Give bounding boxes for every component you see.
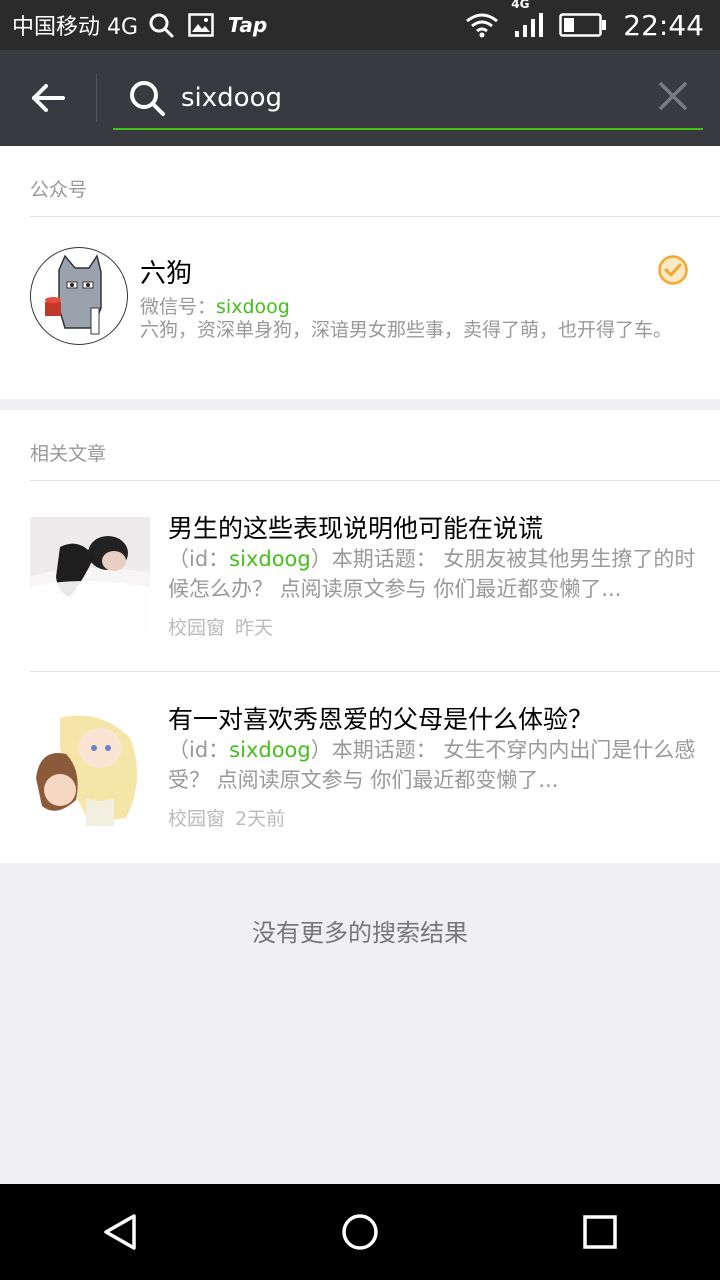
battery-icon — [559, 13, 607, 37]
article-title: 男生的这些表现说明他可能在说谎 — [168, 514, 544, 543]
search-icon — [127, 78, 167, 118]
desc-prefix: （id： — [168, 738, 230, 762]
related-articles-section: 相关文章 男生的这些表现说明他可能在说谎 （id：sixdoog）本期话题： 女… — [0, 410, 720, 863]
status-bar: 中国移动 4G Tap 4G 22:44 — [0, 0, 720, 50]
account-id: 微信号：sixdoog — [140, 292, 290, 319]
header-divider — [96, 74, 97, 122]
carrier-label: 中国移动 4G — [12, 15, 139, 40]
section-title: 公众号 — [30, 179, 88, 201]
verified-badge-icon — [657, 254, 689, 290]
article-meta: 校园窗 2天前 — [168, 804, 285, 831]
clock: 22:44 — [623, 8, 704, 42]
search-box[interactable] — [113, 50, 703, 146]
square-recents-icon — [583, 1215, 617, 1249]
tap-app-icon: Tap — [228, 13, 268, 37]
article-item[interactable]: 有一对喜欢秀恩爱的父母是什么体验？ （id：sixdoog）本期话题： 女生不穿… — [0, 672, 720, 862]
image-icon — [188, 13, 214, 37]
article-title: 有一对喜欢秀恩爱的父母是什么体验？ — [168, 705, 594, 734]
account-result[interactable]: 六狗 微信号：sixdoog 六狗，资深单身狗，深谙男女那些事，卖得了萌，也开得… — [0, 217, 720, 399]
no-more-results: 没有更多的搜索结果 — [252, 919, 468, 947]
section-title: 相关文章 — [30, 443, 107, 465]
cell-signal-icon: 4G — [511, 0, 545, 39]
nav-home-button[interactable] — [300, 1184, 420, 1280]
circle-home-icon — [342, 1214, 378, 1250]
account-description: 六狗，资深单身狗，深谙男女那些事，卖得了萌，也开得了车。 — [140, 319, 673, 341]
network-type-badge: 4G — [511, 0, 530, 11]
wifi-icon — [465, 12, 499, 38]
desc-prefix: （id： — [168, 547, 230, 571]
account-id-value: sixdoog — [216, 296, 290, 318]
article-thumbnail — [30, 517, 150, 637]
avatar — [30, 247, 128, 345]
article-item[interactable]: 男生的这些表现说明他可能在说谎 （id：sixdoog）本期话题： 女朋友被其他… — [0, 481, 720, 671]
back-arrow-icon — [32, 84, 65, 112]
article-thumbnail — [30, 708, 150, 828]
search-icon — [148, 12, 174, 38]
article-description: （id：sixdoog）本期话题： 女生不穿内内出门是什么感受？ 点阅读原文参与… — [168, 735, 698, 795]
desc-id: sixdoog — [229, 738, 311, 762]
article-source: 校园窗 — [168, 808, 226, 830]
official-accounts-section: 公众号 六狗 微信号：sixdoog 六狗，资深单身狗，深谙男女那些事，卖得了萌… — [0, 146, 720, 399]
nav-recents-button[interactable] — [540, 1184, 660, 1280]
article-description: （id：sixdoog）本期话题： 女朋友被其他男生撩了的时候怎么办？ 点阅读原… — [168, 544, 698, 604]
desc-id: sixdoog — [229, 547, 311, 571]
search-input[interactable] — [179, 72, 623, 124]
nav-back-button[interactable] — [60, 1184, 180, 1280]
account-id-label: 微信号： — [140, 296, 217, 318]
triangle-back-icon — [104, 1214, 136, 1250]
article-meta: 校园窗 昨天 — [168, 613, 273, 640]
article-source: 校园窗 — [168, 617, 226, 639]
article-time: 2天前 — [235, 808, 286, 830]
search-header — [0, 50, 720, 146]
back-button[interactable] — [0, 50, 96, 146]
clear-search-button[interactable] — [657, 80, 689, 112]
account-name: 六狗 — [140, 259, 193, 289]
close-icon — [658, 81, 688, 111]
system-nav-bar — [0, 1184, 720, 1280]
search-underline — [113, 128, 703, 130]
article-time: 昨天 — [235, 617, 274, 639]
